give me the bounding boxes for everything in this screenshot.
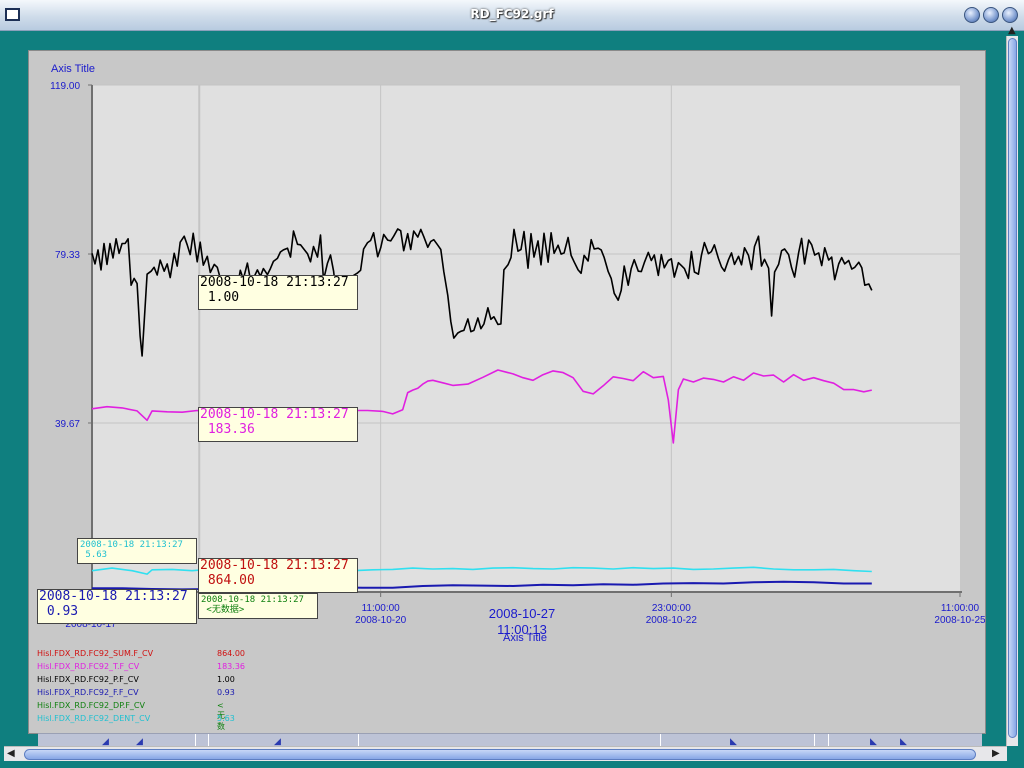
tooltip-time: 2008-10-18 21:13:27 <box>80 540 183 550</box>
y-tick-label: 39.67 <box>55 419 80 430</box>
x-axis-title: Axis Title <box>503 632 547 644</box>
title-bar[interactable]: RD_FC92.grf <box>0 0 1024 31</box>
x-tick-time: 23:00:00 <box>652 603 691 614</box>
legend-item[interactable]: Hisl.FDX_RD.FC92_DP.F_CV<无数据> <box>37 701 225 752</box>
horizontal-scroll-thumb[interactable] <box>24 749 976 760</box>
tooltip-value: 1.00 <box>200 289 240 305</box>
maximize-button[interactable] <box>983 7 999 23</box>
cursor-tooltip: 2008-10-18 21:13:27 5.63 <box>77 538 197 564</box>
tooltip-time: 2008-10-18 21:13:27 <box>201 595 304 605</box>
window-title: RD_FC92.grf <box>470 7 554 21</box>
tooltip-value: 183.36 <box>200 421 255 437</box>
plot-area <box>92 85 960 592</box>
legend-item[interactable]: Hisl.FDX_RD.FC92_T.F_CV 183.36 <box>37 662 245 671</box>
cursor-tooltip: 2008-10-18 21:13:27 <无数据> <box>198 593 318 619</box>
legend-item[interactable]: Hisl.FDX_RD.FC92_F.F_CV 0.93 <box>37 688 235 697</box>
trend-chart[interactable]: 0.0039.6779.33119.00Axis Title11:00:0020… <box>29 51 985 733</box>
minimize-button[interactable] <box>964 7 980 23</box>
tooltip-value: 5.63 <box>80 550 108 561</box>
legend-item-name: Hisl.FDX_RD.FC92_DENT_CV <box>37 714 151 723</box>
tooltip-time: 2008-10-18 21:13:27 <box>200 407 349 422</box>
legend-item[interactable]: Hisl.FDX_RD.FC92_SUM.F_CV 864.00 <box>37 649 245 658</box>
legend-item-name: Hisl.FDX_RD.FC92_DP.F_CV <box>37 701 145 710</box>
vertical-scrollbar[interactable]: ▲ <box>1006 26 1018 746</box>
x-tick-time: 11:00:00 <box>362 603 401 614</box>
legend-item-value: 0.93 <box>217 688 235 697</box>
legend-item-value: 183.36 <box>217 662 245 671</box>
scroll-right-arrow-icon[interactable]: ▶ <box>992 749 1000 759</box>
legend-item-name: Hisl.FDX_RD.FC92_SUM.F_CV <box>37 649 154 658</box>
cursor-tooltip: 2008-10-18 21:13:27 1.00 <box>198 275 358 310</box>
tooltip-time: 2008-10-18 21:13:27 <box>200 275 349 290</box>
legend-item[interactable]: Hisl.FDX_RD.FC92_P.F_CV 1.00 <box>37 675 235 684</box>
x-tick-date: 2008-10-22 <box>646 615 698 626</box>
scroll-left-arrow-icon[interactable]: ◀ <box>7 749 15 759</box>
legend-item[interactable]: Hisl.FDX_RD.FC92_DENT_CV 5.63 <box>37 714 235 723</box>
legend-item-name: Hisl.FDX_RD.FC92_P.F_CV <box>37 675 139 684</box>
y-tick-label: 119.00 <box>50 81 80 92</box>
y-axis-title: Axis Title <box>51 63 95 75</box>
tooltip-value: 0.93 <box>39 603 79 619</box>
horizontal-scrollbar[interactable]: ◀ ▶ <box>4 746 1007 761</box>
x-tick-date: 2008-10-25 <box>934 615 985 626</box>
scroll-up-icon[interactable]: ▲ <box>1008 26 1016 36</box>
legend-item-name: Hisl.FDX_RD.FC92_T.F_CV <box>37 662 140 671</box>
x-center-date: 2008-10-27 <box>489 606 556 621</box>
close-button[interactable] <box>1002 7 1018 23</box>
cursor-tooltip: 2008-10-18 21:13:27 0.93 <box>37 589 197 624</box>
x-tick-date: 2008-10-20 <box>355 615 407 626</box>
tooltip-value: <无数据> <box>201 605 245 616</box>
vertical-scroll-thumb[interactable] <box>1008 38 1017 738</box>
legend-item-value: 864.00 <box>217 649 245 658</box>
legend-item-value: 1.00 <box>217 675 235 684</box>
x-tick-time: 11:00:00 <box>941 603 980 614</box>
tooltip-time: 2008-10-18 21:13:27 <box>200 558 349 573</box>
y-tick-label: 79.33 <box>55 250 80 261</box>
cursor-tooltip: 2008-10-18 21:13:27 183.36 <box>198 407 358 442</box>
cursor-tooltip: 2008-10-18 21:13:27 864.00 <box>198 558 358 593</box>
legend-item-value: 5.63 <box>217 714 235 723</box>
trend-panel: 0.0039.6779.33119.00Axis Title11:00:0020… <box>28 50 986 752</box>
tooltip-time: 2008-10-18 21:13:27 <box>39 589 188 604</box>
tooltip-value: 864.00 <box>200 572 255 588</box>
legend-item-name: Hisl.FDX_RD.FC92_F.F_CV <box>37 688 139 697</box>
